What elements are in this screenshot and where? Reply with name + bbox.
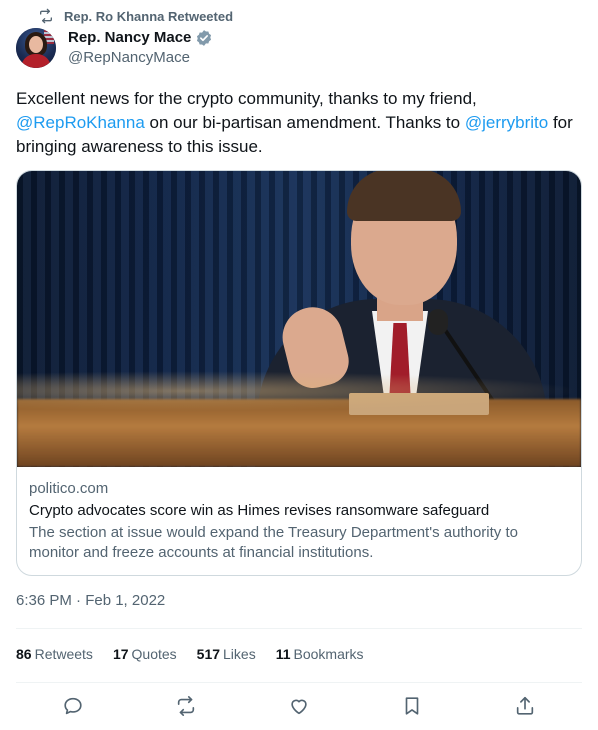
bookmarks-stat[interactable]: 11 Bookmarks (276, 646, 364, 662)
retweet-icon (177, 696, 194, 716)
reply-button[interactable] (61, 694, 85, 718)
tweet-actions (16, 694, 582, 718)
card-title: Crypto advocates score win as Himes revi… (29, 502, 490, 519)
link-preview-card[interactable]: politico.com Crypto advocates score win … (16, 170, 582, 576)
engagement-stats: 86 Retweets 17 Quotes 517 Likes 11 Bookmarks (16, 646, 364, 662)
retweet-label: Rep. Ro Khanna Retweeted (64, 8, 234, 24)
bookmark-button[interactable] (400, 694, 424, 718)
mention-link[interactable]: @jerrybrito (465, 113, 548, 132)
bookmarks-label: Bookmarks (293, 646, 364, 662)
author-name[interactable]: Rep. Nancy Mace (68, 28, 191, 48)
share-icon (517, 696, 534, 715)
tweet-timestamp[interactable]: 6:36 PM · Feb 1, 2022 (16, 592, 165, 609)
author-handle[interactable]: @RepNancyMace (68, 48, 213, 68)
tweet-author: Rep. Nancy Mace @RepNancyMace (16, 28, 213, 68)
bookmark-icon (405, 697, 419, 715)
mention-link[interactable]: @RepRoKhanna (16, 113, 145, 132)
retweets-count: 86 (16, 646, 32, 662)
card-domain: politico.com (29, 480, 109, 497)
retweets-label: Retweets (34, 646, 93, 662)
quotes-label: Quotes (131, 646, 177, 662)
like-button[interactable] (287, 694, 311, 718)
tweet-text: Excellent news for the crypto community,… (16, 87, 576, 159)
retweets-stat[interactable]: 86 Retweets (16, 646, 93, 662)
heart-icon (291, 699, 307, 715)
verified-badge-icon (197, 30, 212, 46)
likes-label: Likes (223, 646, 256, 662)
share-button[interactable] (513, 694, 537, 718)
quotes-stat[interactable]: 17 Quotes (113, 646, 177, 662)
retweet-button[interactable] (174, 694, 198, 718)
divider (16, 628, 582, 629)
retweet-icon (40, 8, 52, 24)
avatar[interactable] (16, 28, 56, 68)
likes-count: 517 (196, 646, 221, 662)
card-description: The section at issue would expand the Tr… (29, 524, 518, 561)
tweet-text-part: Excellent news for the crypto community,… (16, 89, 477, 108)
tweet-text-part: on our bi-partisan amendment. Thanks to (144, 113, 465, 132)
card-image[interactable] (17, 171, 581, 467)
bookmarks-count: 11 (275, 646, 291, 662)
divider (16, 682, 582, 683)
retweet-context[interactable]: Rep. Ro Khanna Retweeted (38, 8, 233, 24)
reply-icon (63, 697, 82, 715)
quotes-count: 17 (112, 646, 129, 662)
likes-stat[interactable]: 517 Likes (197, 646, 256, 662)
